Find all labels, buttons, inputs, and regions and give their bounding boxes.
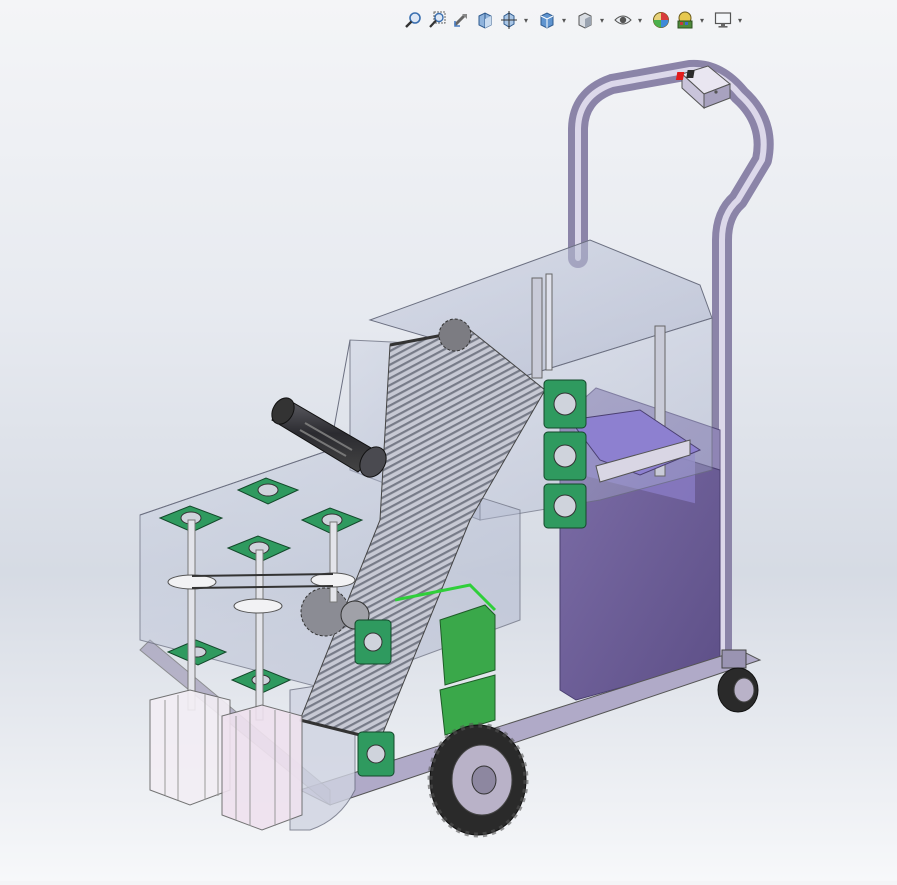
zoom-to-fit-button[interactable] — [402, 9, 424, 31]
previous-view-icon — [453, 14, 467, 27]
dynamic-annotation-view-icon — [501, 11, 517, 29]
edit-appearance-button[interactable] — [650, 9, 672, 31]
apply-scene-button[interactable] — [674, 9, 696, 31]
hide-show-items-button[interactable] — [612, 9, 634, 31]
chevron-down-icon[interactable]: ▾ — [522, 9, 530, 31]
view-settings-button[interactable] — [712, 9, 734, 31]
sweeping-brushes — [149, 689, 303, 831]
dynamic-annotation-view-button[interactable] — [498, 9, 520, 31]
apply-scene-icon — [677, 11, 693, 29]
chevron-down-icon[interactable]: ▾ — [598, 9, 606, 31]
chevron-down-icon[interactable]: ▾ — [636, 9, 644, 31]
chevron-down-icon[interactable]: ▾ — [736, 9, 744, 31]
monitor-icon — [714, 12, 732, 28]
eye-icon — [614, 15, 632, 25]
section-view-icon — [478, 12, 492, 29]
cart-assembly-model — [139, 59, 774, 838]
display-style-button[interactable] — [574, 9, 596, 31]
graphics-area[interactable] — [0, 40, 897, 881]
section-view-button[interactable] — [474, 9, 496, 31]
view-toolbar: ▾ ▾ ▾ ▾ ▾ ▾ — [402, 6, 748, 34]
edit-appearance-icon — [653, 12, 669, 28]
chevron-down-icon[interactable]: ▾ — [698, 9, 706, 31]
flange-bearings-right — [543, 379, 587, 529]
previous-view-button[interactable] — [450, 9, 472, 31]
front-wheel — [427, 722, 529, 838]
zoom-to-area-icon — [429, 11, 446, 28]
view-orientation-button[interactable] — [536, 9, 558, 31]
chevron-down-icon[interactable]: ▾ — [560, 9, 568, 31]
display-style-icon — [578, 12, 592, 29]
zoom-to-fit-icon — [405, 12, 421, 28]
view-orientation-icon — [540, 12, 554, 29]
zoom-to-area-button[interactable] — [426, 9, 448, 31]
